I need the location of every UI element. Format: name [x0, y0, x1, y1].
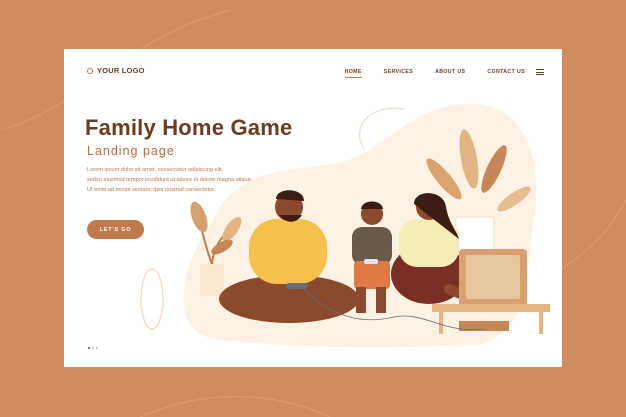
nav-item-home[interactable]: HOME — [344, 69, 362, 78]
description-line: sedso eiusmod tempor incididunt ut labor… — [87, 177, 253, 183]
hamburger-menu-icon[interactable] — [536, 69, 544, 75]
landing-card: YOUR LOGO HOME SERVICES ABOUT US CONTACT… — [64, 49, 562, 367]
logo[interactable]: YOUR LOGO — [87, 66, 145, 75]
lets-go-button[interactable]: LET'S GO — [87, 220, 144, 239]
page-subtitle: Landing page — [87, 144, 175, 158]
page-title: Family Home Game — [85, 115, 293, 140]
pagination-dot[interactable] — [96, 347, 98, 349]
nav-item-services[interactable]: SERVICES — [384, 69, 413, 75]
nav-item-about-us[interactable]: ABOUT US — [435, 69, 465, 75]
family-gaming-illustration — [140, 103, 550, 348]
pagination-dots — [88, 347, 98, 349]
logo-circle-icon — [87, 67, 93, 74]
hero-description: Lorem ipsum dolor sit amet, consectetur … — [87, 165, 262, 195]
nav-item-contact-us[interactable]: CONTACT US — [487, 69, 525, 75]
description-line: Ut enim ad minim veniam, quis nostrud co… — [87, 187, 216, 193]
pagination-dot-active[interactable] — [88, 347, 90, 349]
pagination-dot[interactable] — [92, 347, 94, 349]
logo-text: YOUR LOGO — [97, 66, 145, 75]
description-line: Lorem ipsum dolor sit amet, consectetur … — [87, 167, 224, 173]
main-nav: HOME SERVICES ABOUT US CONTACT US — [323, 69, 544, 78]
